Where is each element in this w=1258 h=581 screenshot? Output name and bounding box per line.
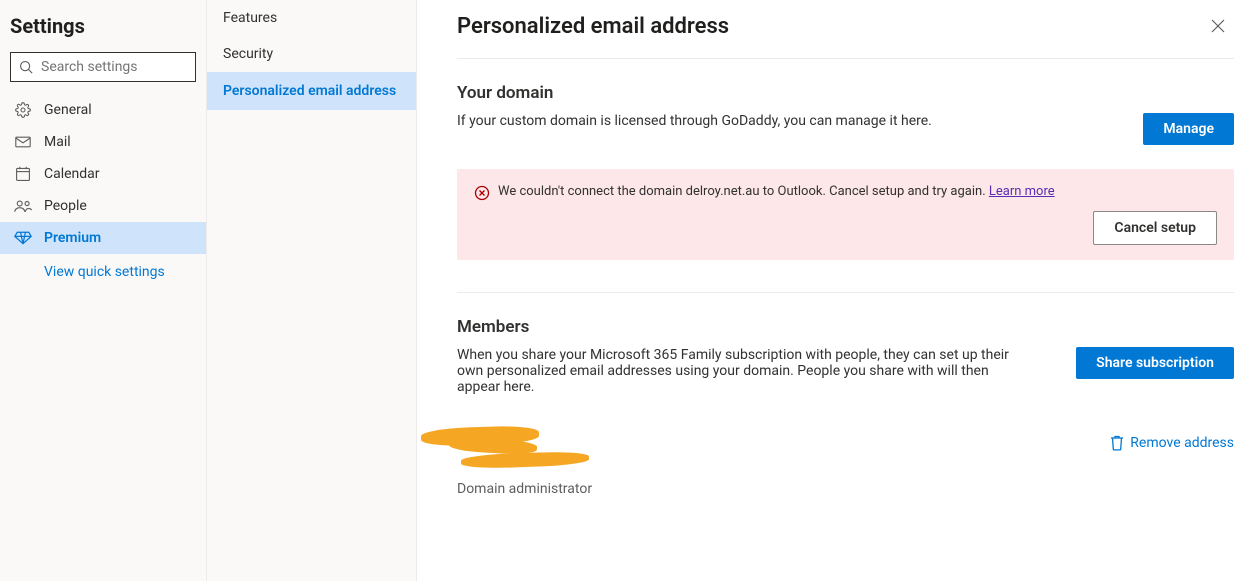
sidebar-item-label: General: [44, 102, 92, 118]
trash-icon: [1110, 435, 1124, 451]
remove-address-label: Remove address: [1130, 435, 1234, 451]
sidebar-item-calendar[interactable]: Calendar: [0, 158, 206, 190]
sidebar-item-people[interactable]: People: [0, 190, 206, 222]
people-icon: [14, 199, 32, 213]
share-subscription-button[interactable]: Share subscription: [1076, 347, 1234, 379]
error-icon: [474, 185, 490, 201]
learn-more-link[interactable]: Learn more: [989, 184, 1055, 199]
sidebar-item-premium[interactable]: Premium: [0, 222, 206, 254]
close-button[interactable]: [1202, 10, 1234, 42]
diamond-icon: [14, 231, 32, 245]
members-section: Members When you share your Microsoft 36…: [457, 293, 1234, 497]
members-section-title: Members: [457, 317, 1234, 337]
sidebar-item-general[interactable]: General: [0, 94, 206, 126]
sidebar-item-label: Calendar: [44, 166, 100, 182]
view-quick-settings-link[interactable]: View quick settings: [0, 254, 206, 290]
primary-nav: General Mail Calendar People: [0, 94, 206, 254]
domain-section-title: Your domain: [457, 83, 1234, 103]
remove-address-link[interactable]: Remove address: [1110, 435, 1234, 451]
member-entry: Domain administrator: [457, 427, 592, 497]
search-box[interactable]: [10, 52, 196, 82]
sidebar-item-label: People: [44, 198, 87, 214]
subnav: Features Security Personalized email add…: [207, 0, 417, 581]
sidebar-item-label: Mail: [44, 134, 71, 150]
panel-title: Personalized email address: [457, 14, 729, 39]
settings-sidebar: Settings General Mail: [0, 0, 207, 581]
cancel-setup-button[interactable]: Cancel setup: [1093, 211, 1217, 245]
error-text: We couldn't connect the domain delroy.ne…: [498, 184, 989, 199]
page-title: Settings: [0, 8, 206, 52]
member-role: Domain administrator: [457, 481, 592, 497]
sidebar-item-label: Premium: [44, 230, 101, 246]
sidebar-item-mail[interactable]: Mail: [0, 126, 206, 158]
members-section-desc: When you share your Microsoft 365 Family…: [457, 347, 1017, 395]
subnav-item-security[interactable]: Security: [207, 36, 416, 72]
main-panel: Personalized email address Your domain I…: [417, 0, 1258, 581]
search-icon: [19, 60, 33, 74]
search-input[interactable]: [41, 59, 219, 75]
error-banner: We couldn't connect the domain delroy.ne…: [457, 169, 1234, 260]
mail-icon: [14, 136, 32, 148]
redacted-text: [461, 451, 589, 469]
subnav-item-features[interactable]: Features: [207, 0, 416, 36]
manage-button[interactable]: Manage: [1143, 113, 1234, 145]
domain-section: Your domain If your custom domain is lic…: [457, 59, 1234, 260]
domain-section-desc: If your custom domain is licensed throug…: [457, 113, 1119, 129]
gear-icon: [14, 102, 32, 118]
subnav-item-personalized-email[interactable]: Personalized email address: [207, 72, 416, 110]
calendar-icon: [14, 166, 32, 182]
